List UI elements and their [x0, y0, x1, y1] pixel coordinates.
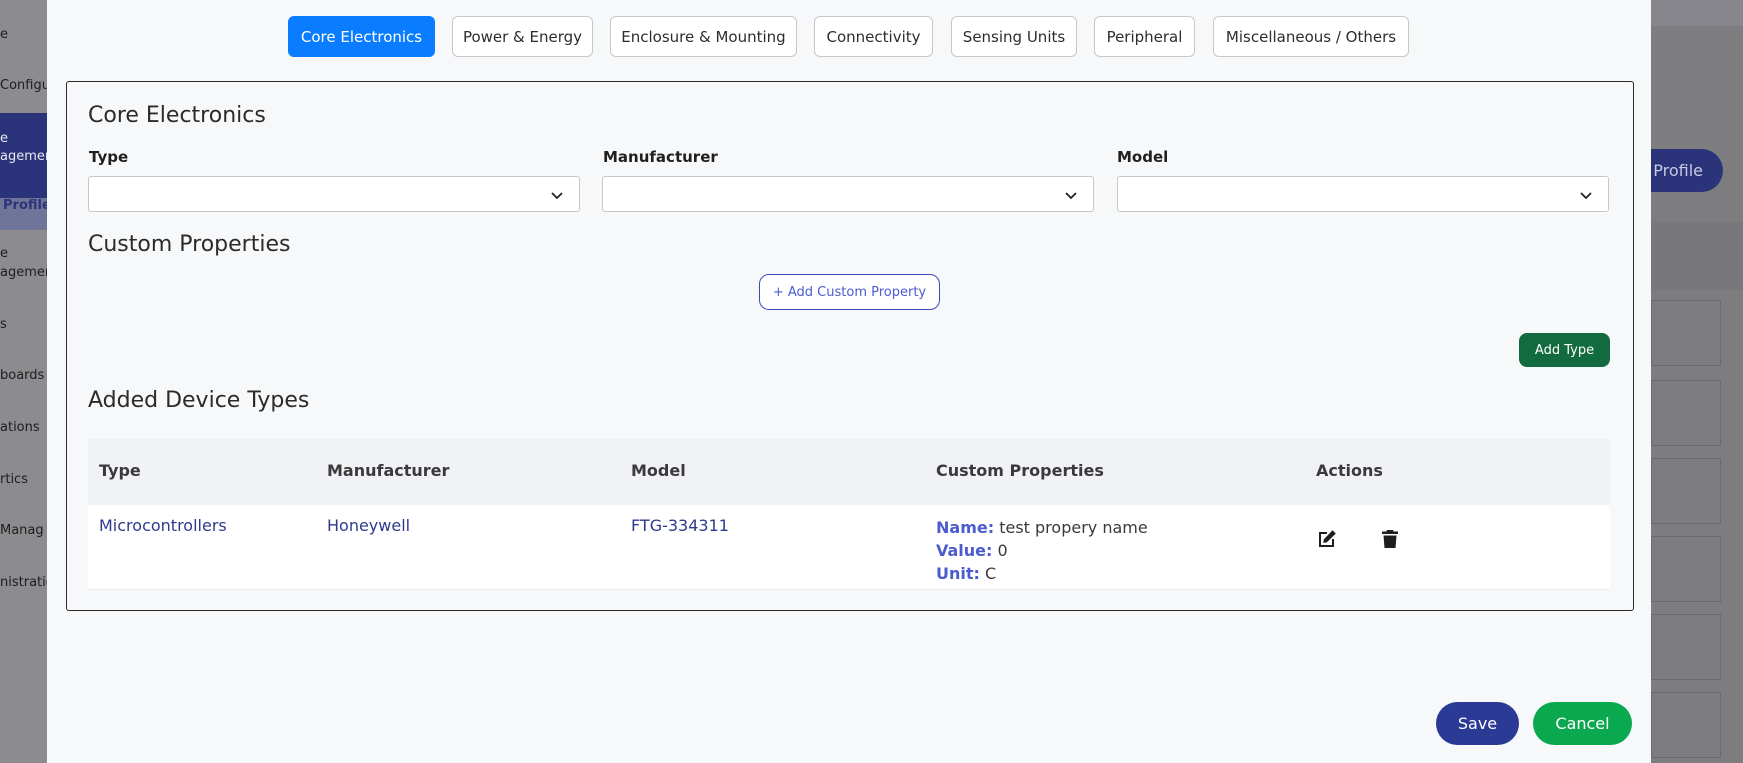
cell-model: FTG-334311 — [631, 516, 729, 535]
background-sidebar-item: ations — [0, 420, 40, 435]
tab-enclosure-mounting[interactable]: Enclosure & Mounting — [610, 16, 797, 57]
background-card — [1651, 300, 1721, 366]
add-type-button[interactable]: Add Type — [1519, 333, 1610, 367]
background-card — [1651, 458, 1721, 524]
background-sidebar-item: Configu — [0, 78, 50, 93]
cell-manufacturer: Honeywell — [327, 516, 411, 535]
background-card — [1651, 692, 1721, 758]
background-card — [1651, 380, 1721, 446]
background-sidebar-item: rtics — [0, 472, 28, 487]
custom-property-unit-value: C — [985, 564, 997, 583]
category-tabs: Core Electronics Power & Energy Enclosur… — [47, 16, 1651, 58]
column-header-model: Model — [631, 461, 686, 480]
add-custom-property-button[interactable]: + Add Custom Property — [759, 274, 940, 310]
section-title-added-device-types: Added Device Types — [88, 388, 310, 413]
background-sidebar-item: Manag — [0, 523, 44, 538]
custom-property-value-key: Value: — [936, 541, 993, 560]
tab-core-electronics[interactable]: Core Electronics — [288, 16, 435, 57]
category-card: Core Electronics Type Manufacturer Model… — [66, 81, 1634, 611]
cancel-button[interactable]: Cancel — [1533, 702, 1632, 745]
model-label: Model — [1117, 148, 1169, 166]
tab-sensing-units[interactable]: Sensing Units — [951, 16, 1077, 57]
background-card — [1651, 536, 1721, 602]
chevron-down-icon — [1065, 192, 1077, 200]
background-sidebar-item: e — [0, 246, 8, 261]
background-sidebar-item: boards — [0, 368, 45, 383]
column-header-actions: Actions — [1316, 461, 1383, 480]
background-sidebar-item: nistratio — [0, 575, 54, 590]
section-title-custom-properties: Custom Properties — [88, 232, 291, 257]
background-panel — [1651, 222, 1743, 290]
manufacturer-label: Manufacturer — [603, 148, 718, 166]
chevron-down-icon — [1580, 192, 1592, 200]
model-select[interactable] — [1117, 176, 1609, 212]
background-topbar — [1651, 0, 1743, 26]
background-sidebar-item: agemen — [0, 265, 54, 280]
edit-icon[interactable] — [1315, 527, 1339, 551]
column-header-manufacturer: Manufacturer — [327, 461, 450, 480]
tab-power-energy[interactable]: Power & Energy — [452, 16, 593, 57]
tab-miscellaneous-others[interactable]: Miscellaneous / Others — [1213, 16, 1409, 57]
background-sidebar-item: s — [0, 317, 7, 332]
background-sidebar-item: agemen — [0, 149, 54, 164]
device-types-modal: Core Electronics Power & Energy Enclosur… — [47, 0, 1651, 763]
background-sidebar-item: e — [0, 27, 8, 42]
custom-property-name-value: test propery name — [999, 518, 1148, 537]
custom-property-name-key: Name: — [936, 518, 995, 537]
custom-property-value-value: 0 — [997, 541, 1008, 560]
table-header: Type Manufacturer Model Custom Propertie… — [88, 439, 1610, 505]
manufacturer-select[interactable] — [602, 176, 1094, 212]
cell-custom-properties: Name: test propery name Value: 0 Unit: C — [936, 516, 1148, 585]
tab-connectivity[interactable]: Connectivity — [814, 16, 933, 57]
background-sidebar-item: e — [0, 131, 8, 146]
column-header-custom-properties: Custom Properties — [936, 461, 1104, 480]
device-types-table: Type Manufacturer Model Custom Propertie… — [88, 439, 1610, 590]
type-label: Type — [89, 148, 129, 166]
section-title-core-electronics: Core Electronics — [88, 103, 266, 128]
custom-property-value: Value: 0 — [936, 539, 1148, 562]
background-content — [1651, 0, 1743, 763]
cell-type: Microcontrollers — [99, 516, 227, 535]
tab-peripheral[interactable]: Peripheral — [1094, 16, 1195, 57]
save-button[interactable]: Save — [1436, 702, 1519, 745]
type-select[interactable] — [88, 176, 580, 212]
chevron-down-icon — [551, 192, 563, 200]
column-header-type: Type — [99, 461, 141, 480]
table-row: Microcontrollers Honeywell FTG-334311 Na… — [88, 505, 1610, 590]
background-card — [1651, 614, 1721, 680]
custom-property-name: Name: test propery name — [936, 516, 1148, 539]
custom-property-unit: Unit: C — [936, 562, 1148, 585]
custom-property-unit-key: Unit: — [936, 564, 980, 583]
trash-icon[interactable] — [1378, 527, 1402, 551]
